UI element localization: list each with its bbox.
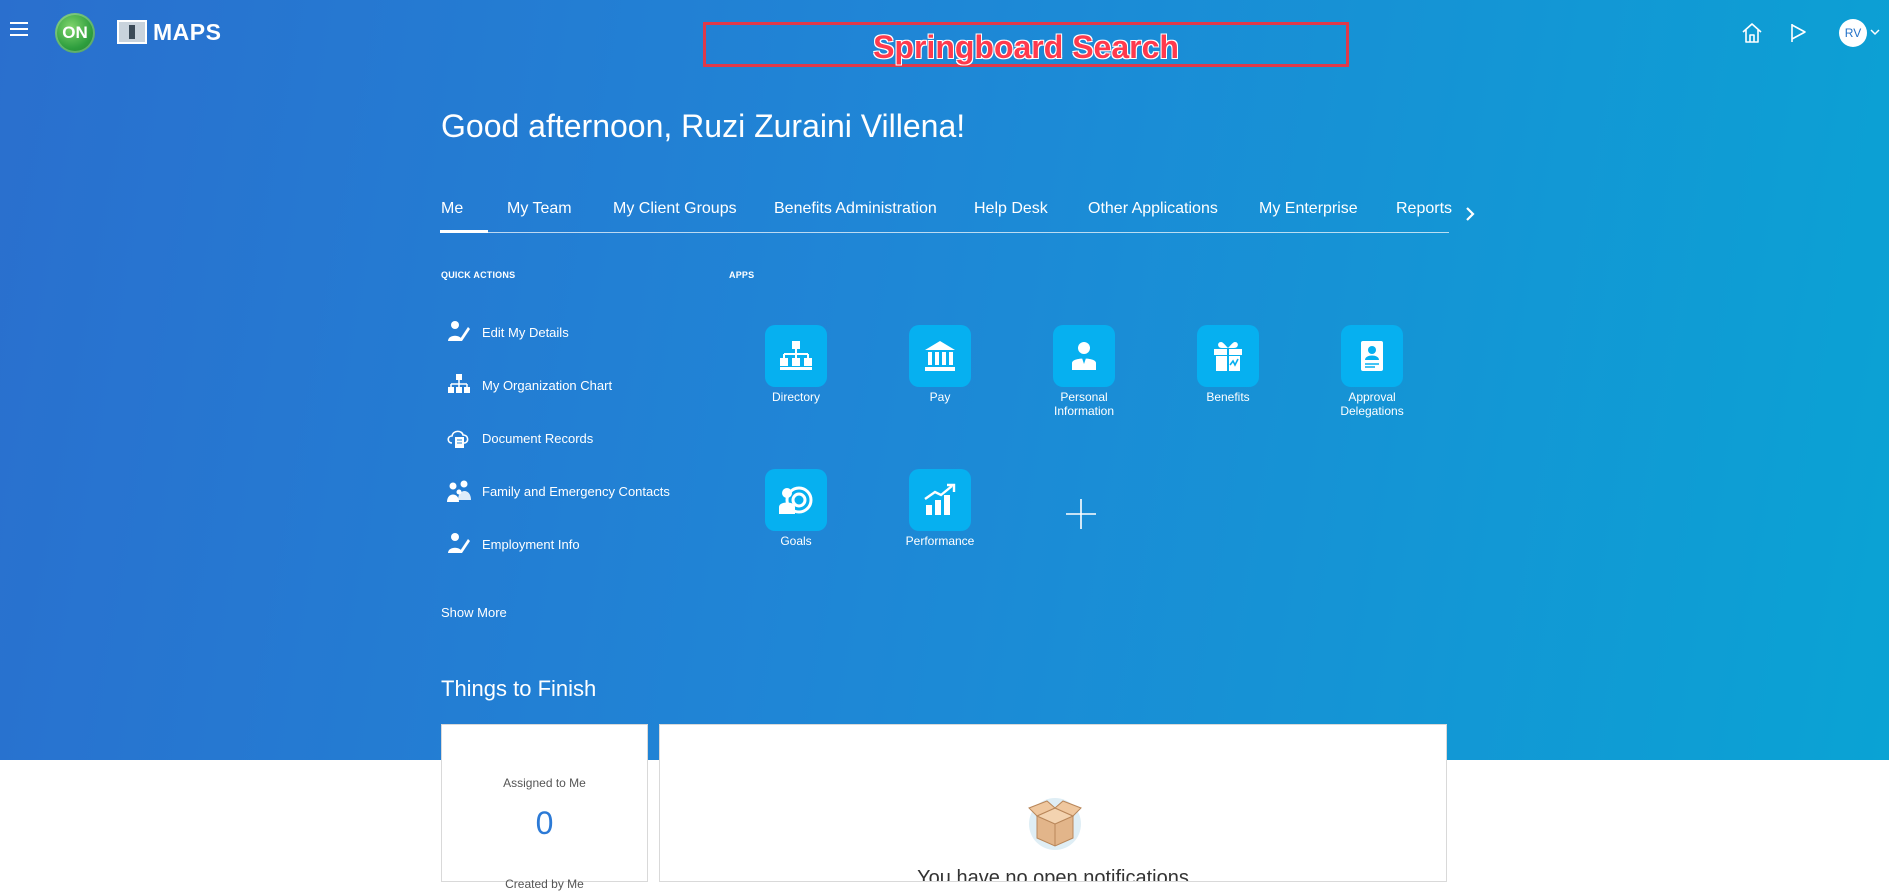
tab-help-desk[interactable]: Help Desk (974, 200, 1048, 218)
maps-logo-icon (117, 20, 147, 44)
show-more-link[interactable]: Show More (441, 605, 507, 620)
gift-icon (1214, 342, 1242, 371)
apps-heading: APPS (729, 270, 755, 280)
app-tile (765, 325, 827, 387)
tab-my-enterprise[interactable]: My Enterprise (1259, 200, 1358, 218)
goals-icon (779, 486, 813, 514)
app-label: Benefits (1206, 390, 1250, 404)
created-by-me-label[interactable]: Created by Me (442, 877, 647, 891)
app-pay[interactable]: Pay (885, 325, 995, 404)
watchlist-flag-icon[interactable] (1786, 21, 1810, 45)
family-icon (447, 480, 471, 502)
greeting-heading: Good afternoon, Ruzi Zuraini Villena! (441, 108, 966, 144)
springboard-search[interactable]: Springboard Search (703, 22, 1349, 67)
quick-action-label: Family and Emergency Contacts (482, 484, 670, 499)
on-semi-logo[interactable]: ON (55, 13, 95, 53)
maps-logo[interactable]: MAPS (117, 18, 221, 46)
empty-notifications-message: You have no open notifications (917, 867, 1189, 882)
chevron-right-icon[interactable] (1462, 204, 1478, 224)
performance-chart-icon (924, 483, 956, 515)
app-approval-delegations[interactable]: Approval Delegations (1317, 325, 1427, 418)
app-label: Directory (771, 390, 820, 404)
app-goals[interactable]: Goals (741, 469, 851, 548)
app-tile (909, 469, 971, 531)
person-card-icon (1072, 342, 1096, 370)
chevron-down-icon[interactable] (1870, 27, 1880, 37)
notifications-panel: You have no open notifications (659, 724, 1447, 882)
edit-person-icon (448, 321, 470, 341)
app-label: Goals (780, 534, 812, 548)
app-benefits[interactable]: Benefits (1173, 325, 1283, 404)
edit-person-icon (448, 533, 470, 553)
app-label: Performance (905, 534, 975, 548)
springboard-search-label: Springboard Search (873, 29, 1179, 65)
app-label: Approval Delegations (1340, 390, 1404, 418)
things-to-finish-heading: Things to Finish (441, 676, 597, 701)
document-cloud-icon (447, 430, 469, 448)
app-tile (909, 325, 971, 387)
empty-box-icon (1028, 798, 1082, 850)
add-app-icon[interactable] (1064, 497, 1098, 531)
user-avatar[interactable]: RV (1839, 19, 1867, 47)
app-tile (765, 469, 827, 531)
tab-other-applications[interactable]: Other Applications (1088, 200, 1218, 218)
app-label: Personal Information (1053, 390, 1115, 418)
quick-action-label: Edit My Details (482, 325, 569, 340)
app-label: Pay (929, 390, 951, 404)
app-performance[interactable]: Performance (885, 469, 995, 548)
maps-logo-text: MAPS (153, 18, 222, 45)
tab-reports[interactable]: Reports (1396, 200, 1452, 218)
quick-action-label: Document Records (482, 431, 594, 446)
directory-icon (780, 341, 812, 370)
springboard-tabs: Me My Team My Client Groups Benefits Adm… (439, 196, 1452, 233)
app-personal-information[interactable]: Personal Information (1029, 325, 1139, 418)
bank-icon (925, 341, 955, 371)
app-tile (1053, 325, 1115, 387)
tab-my-client-groups[interactable]: My Client Groups (613, 200, 737, 218)
quick-action-label: My Organization Chart (482, 378, 613, 393)
tab-me[interactable]: Me (439, 200, 489, 233)
app-tile (1197, 325, 1259, 387)
assigned-to-me-label: Assigned to Me (503, 776, 586, 790)
top-header: ON MAPS Springboard Search RV (0, 0, 1889, 67)
org-chart-icon (448, 374, 470, 393)
menu-icon[interactable] (10, 22, 28, 38)
app-tile (1341, 325, 1403, 387)
home-icon[interactable] (1740, 21, 1764, 45)
app-directory[interactable]: Directory (741, 325, 851, 404)
approval-icon (1361, 341, 1383, 371)
quick-actions-heading: QUICK ACTIONS (441, 270, 516, 280)
quick-action-label: Employment Info (482, 537, 580, 552)
assigned-count[interactable]: 0 (442, 805, 647, 842)
assigned-to-me-card[interactable]: Assigned to Me 0 Created by Me (441, 724, 648, 891)
tab-my-team[interactable]: My Team (507, 200, 572, 218)
tab-benefits-administration[interactable]: Benefits Administration (774, 200, 937, 218)
